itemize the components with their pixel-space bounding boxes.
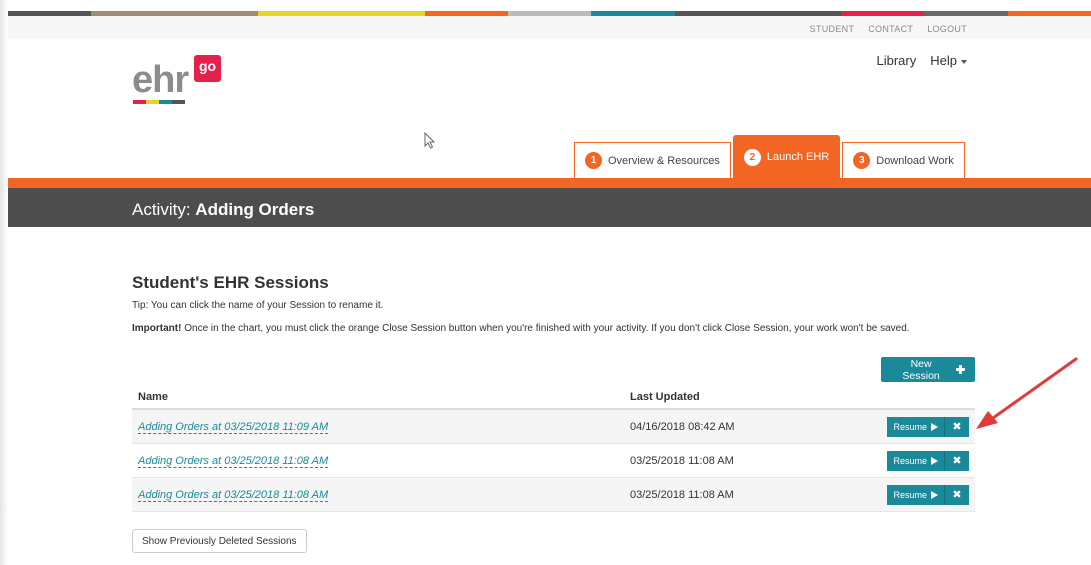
resume-label: Resume [893, 489, 927, 500]
step-number-badge: 2 [743, 148, 761, 166]
caret-down-icon [961, 59, 967, 64]
play-icon [931, 490, 938, 499]
logo-text: ehr [132, 59, 189, 101]
session-actions: Resume ✖ [825, 416, 969, 437]
show-deleted-sessions-button[interactable]: Show Previously Deleted Sessions [132, 529, 307, 553]
step-number-badge: 3 [853, 152, 871, 169]
tab-overview-resources[interactable]: 1 Overview & Resources [574, 142, 731, 178]
session-name-link[interactable]: Adding Orders at 03/25/2018 11:09 AM [138, 420, 329, 434]
activity-prefix: Activity: [132, 200, 196, 219]
new-session-button[interactable]: New Session [881, 357, 975, 382]
tab-label: Launch EHR [766, 151, 830, 163]
student-link[interactable]: STUDENT [810, 24, 855, 34]
last-updated-cell: 04/16/2018 08:42 AM [624, 409, 819, 444]
mouse-pointer-icon [424, 132, 436, 149]
close-icon: ✖ [952, 489, 962, 501]
actions-cell: Resume ✖ [818, 443, 975, 478]
help-menu[interactable]: Help [930, 53, 967, 68]
help-label: Help [930, 53, 957, 68]
resume-button[interactable]: Resume [887, 416, 944, 437]
session-actions: Resume ✖ [825, 484, 969, 505]
rename-tip: Tip: You can click the name of your Sess… [132, 300, 384, 311]
resume-label: Resume [893, 421, 927, 432]
session-name-link[interactable]: Adding Orders at 03/25/2018 11:08 AM [138, 488, 329, 502]
main-nav: Library Help [877, 53, 967, 68]
session-name-cell: Adding Orders at 03/25/2018 11:09 AM [132, 409, 624, 444]
activity-name: Adding Orders [195, 200, 315, 219]
table-row: Adding Orders at 03/25/2018 11:08 AM 03/… [132, 477, 975, 512]
session-name-cell: Adding Orders at 03/25/2018 11:08 AM [132, 477, 624, 512]
annotation-arrow-icon [976, 357, 1078, 429]
resume-button[interactable]: Resume [887, 484, 944, 505]
tab-label: Download Work [876, 154, 954, 167]
name-column-header: Name [132, 386, 624, 410]
play-icon [931, 456, 938, 465]
delete-session-button[interactable]: ✖ [944, 484, 969, 505]
logo-badge: go [194, 55, 221, 82]
tab-download-work[interactable]: 3 Download Work [842, 142, 965, 178]
actions-cell: Resume ✖ [818, 409, 975, 444]
session-actions: Resume ✖ [825, 450, 969, 471]
actions-cell: Resume ✖ [818, 477, 975, 512]
plus-icon [956, 365, 965, 374]
page-title: Activity: Adding Orders [132, 200, 314, 220]
last-updated-cell: 03/25/2018 11:08 AM [624, 443, 819, 478]
step-number-badge: 1 [585, 152, 602, 169]
tab-label: Overview & Resources [608, 154, 720, 167]
important-label: Important! [132, 323, 182, 334]
activity-tabs: 1 Overview & Resources 2 Launch EHR 3 Do… [574, 135, 967, 178]
session-name-link[interactable]: Adding Orders at 03/25/2018 11:08 AM [138, 454, 329, 468]
library-link[interactable]: Library [877, 53, 917, 68]
updated-column-header: Last Updated [624, 386, 819, 410]
table-row: Adding Orders at 03/25/2018 11:09 AM 04/… [132, 409, 975, 444]
play-icon [931, 422, 938, 431]
sessions-table: Name Last Updated Adding Orders at 03/25… [132, 386, 975, 512]
table-header-row: Name Last Updated [132, 386, 975, 410]
close-icon: ✖ [952, 421, 962, 433]
new-session-label: New Session [902, 357, 940, 382]
sessions-title: Student's EHR Sessions [132, 273, 329, 292]
left-shadow [0, 0, 8, 565]
important-notice: Important! Once in the chart, you must c… [132, 321, 952, 336]
contact-link[interactable]: CONTACT [868, 24, 913, 34]
logo-color-stripe [133, 100, 185, 104]
resume-button[interactable]: Resume [887, 450, 944, 471]
tab-launch-ehr[interactable]: 2 Launch EHR [732, 135, 841, 178]
important-text: Once in the chart, you must click the or… [181, 323, 910, 334]
last-updated-cell: 03/25/2018 11:08 AM [624, 477, 819, 512]
delete-session-button[interactable]: ✖ [944, 416, 969, 437]
activity-header: Activity: Adding Orders [8, 188, 1091, 227]
session-name-cell: Adding Orders at 03/25/2018 11:08 AM [132, 443, 624, 478]
actions-column-header [818, 386, 975, 410]
resume-label: Resume [893, 455, 927, 466]
utility-links: STUDENT CONTACT LOGOUT [810, 24, 967, 34]
orange-divider [8, 178, 1091, 188]
close-icon: ✖ [952, 455, 962, 467]
table-row: Adding Orders at 03/25/2018 11:08 AM 03/… [132, 443, 975, 478]
logout-link[interactable]: LOGOUT [927, 24, 967, 34]
delete-session-button[interactable]: ✖ [944, 450, 969, 471]
